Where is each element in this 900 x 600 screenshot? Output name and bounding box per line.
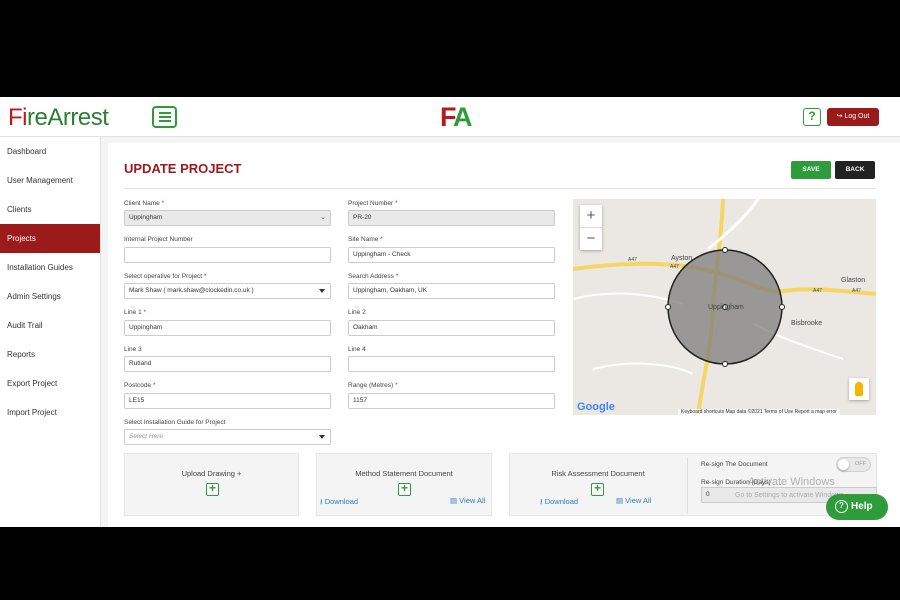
road-label-a47: A47 (628, 257, 637, 263)
toggle-knob (838, 459, 849, 470)
menu-toggle-icon[interactable] (152, 106, 177, 128)
road-label-a47: A47 (852, 288, 861, 294)
road-label-a47: A47 (813, 288, 822, 294)
place-ayston: Ayston (671, 255, 693, 262)
project-number-label: Project Number * (348, 200, 398, 207)
line1-label: Line 1 * (124, 309, 147, 316)
sidebar-item-clients[interactable]: Clients (0, 195, 100, 224)
installation-guide-select[interactable]: Select Here (124, 429, 331, 445)
sidebar-item-projects[interactable]: Projects (0, 224, 100, 253)
line2-input[interactable]: Oakham (348, 320, 555, 336)
activate-windows-watermark: Activate Windows (748, 476, 835, 488)
place-bisbrooke: Bisbrooke (791, 320, 823, 327)
caret-down-icon (319, 289, 325, 293)
top-bar: FireArrest FA ? ↪ Log Out (0, 97, 900, 137)
help-button[interactable]: ? Help (826, 494, 888, 520)
client-name-select[interactable]: Uppingham ⌄ (124, 210, 331, 226)
plus-icon[interactable]: + (206, 482, 219, 496)
back-button[interactable]: BACK (835, 161, 875, 179)
method-statement-title: Method Statement Document (355, 469, 453, 478)
chevron-down-icon: ⌄ (320, 214, 326, 221)
range-input[interactable]: 1157 (348, 393, 555, 409)
page-title: UPDATE PROJECT (124, 161, 242, 176)
method-statement-card: Method Statement Document + ⭳ Download ▤… (316, 453, 492, 516)
save-button[interactable]: SAVE (791, 161, 831, 179)
firearrest-logo[interactable]: FireArrest (8, 104, 109, 132)
plus-icon[interactable]: + (591, 482, 604, 496)
map-attribution[interactable]: Keyboard shortcuts Map data ©2021 Terms … (678, 409, 840, 415)
upload-drawing-card[interactable]: Upload Drawing + + (124, 453, 299, 516)
site-name-label: Site Name * (348, 236, 383, 243)
upload-drawing-title: Upload Drawing + (181, 469, 242, 478)
operative-select[interactable]: Mark Shaw ( mark.shaw@clockedin.co.uk ) (124, 283, 331, 299)
method-statement-download-link[interactable]: ⭳ Download (320, 496, 358, 509)
risk-assessment-title: Risk Assessment Document (551, 469, 645, 478)
sidebar-item-import-project[interactable]: Import Project (0, 398, 100, 427)
risk-assessment-view-all-link[interactable]: ▤ View All (616, 496, 651, 505)
line4-label: Line 4 (348, 346, 366, 353)
operative-label: Select operative for Project * (124, 273, 207, 280)
place-uppingham: Uppingham (708, 304, 744, 311)
site-name-input[interactable]: Uppingham - Check (348, 247, 555, 263)
installation-guide-label: Select Installation Guide for Project (124, 419, 226, 426)
circle-handle-left[interactable] (665, 304, 671, 310)
internal-project-number-label: Internal Project Number (124, 236, 193, 243)
circle-handle-bottom[interactable] (722, 361, 728, 367)
road-label-a47: A47 (670, 264, 679, 270)
place-glaston: Glaston (841, 277, 866, 284)
road-uppingham-rd (707, 199, 760, 251)
project-number-input[interactable]: PR-20 (348, 210, 555, 226)
internal-project-number-input[interactable] (124, 247, 331, 263)
line3-input[interactable]: Rutland (124, 356, 331, 372)
method-statement-view-all-link[interactable]: ▤ View All (450, 496, 485, 505)
zoom-control: + − (580, 205, 602, 250)
circle-handle-right[interactable] (779, 304, 785, 310)
line2-label: Line 2 (348, 309, 366, 316)
google-logo: Google (577, 401, 615, 413)
line3-label: Line 3 (124, 346, 142, 353)
caret-down-icon (319, 435, 325, 439)
sidebar-item-admin-settings[interactable]: Admin Settings (0, 282, 100, 311)
sidebar-item-reports[interactable]: Reports (0, 340, 100, 369)
fa-brand-mark: FA (440, 102, 472, 132)
postcode-label: Postcode * (124, 382, 156, 389)
logout-button[interactable]: ↪ Log Out (827, 108, 879, 126)
street-view-pegman-icon[interactable] (849, 378, 869, 400)
sidebar-item-dashboard[interactable]: Dashboard (0, 137, 100, 166)
main-panel: UPDATE PROJECT SAVE BACK Client Name * U… (108, 143, 900, 527)
range-label: Range (Metres) * (348, 382, 398, 389)
line1-input[interactable]: Uppingham (124, 320, 331, 336)
divider (687, 458, 688, 513)
search-address-label: Search Address * (348, 273, 399, 280)
sidebar-item-export-project[interactable]: Export Project (0, 369, 100, 398)
road-minor-west (573, 292, 684, 305)
resign-label: Re-sign The Document (701, 461, 768, 468)
toggle-state: OFF (855, 461, 866, 467)
sidebar-item-audit-trail[interactable]: Audit Trail (0, 311, 100, 340)
help-icon: ? (835, 500, 848, 513)
road-minor-south (592, 362, 694, 375)
line4-input[interactable] (348, 356, 555, 372)
sidebar-item-user-management[interactable]: User Management (0, 166, 100, 195)
plus-icon[interactable]: + (398, 482, 411, 496)
divider (124, 188, 876, 189)
sidebar-item-installation-guides[interactable]: Installation Guides (0, 253, 100, 282)
circle-handle-top[interactable] (722, 247, 728, 253)
postcode-input[interactable]: LE15 (124, 393, 331, 409)
map-view[interactable]: Ayston Uppingham Bisbrooke Glaston A47 A… (573, 199, 876, 415)
help-question-icon[interactable]: ? (803, 108, 821, 126)
zoom-in-button[interactable]: + (580, 205, 602, 227)
app-window: FireArrest FA ? ↪ Log Out Dashboard User… (0, 97, 900, 527)
search-address-input[interactable]: Uppingham, Oakham, UK (348, 283, 555, 299)
zoom-out-button[interactable]: − (580, 228, 602, 250)
risk-assessment-download-link[interactable]: ⭳ Download (540, 496, 578, 509)
sidebar: Dashboard User Management Clients Projec… (0, 137, 101, 527)
resign-toggle[interactable]: OFF (836, 457, 871, 472)
client-name-label: Client Name * (124, 200, 165, 207)
